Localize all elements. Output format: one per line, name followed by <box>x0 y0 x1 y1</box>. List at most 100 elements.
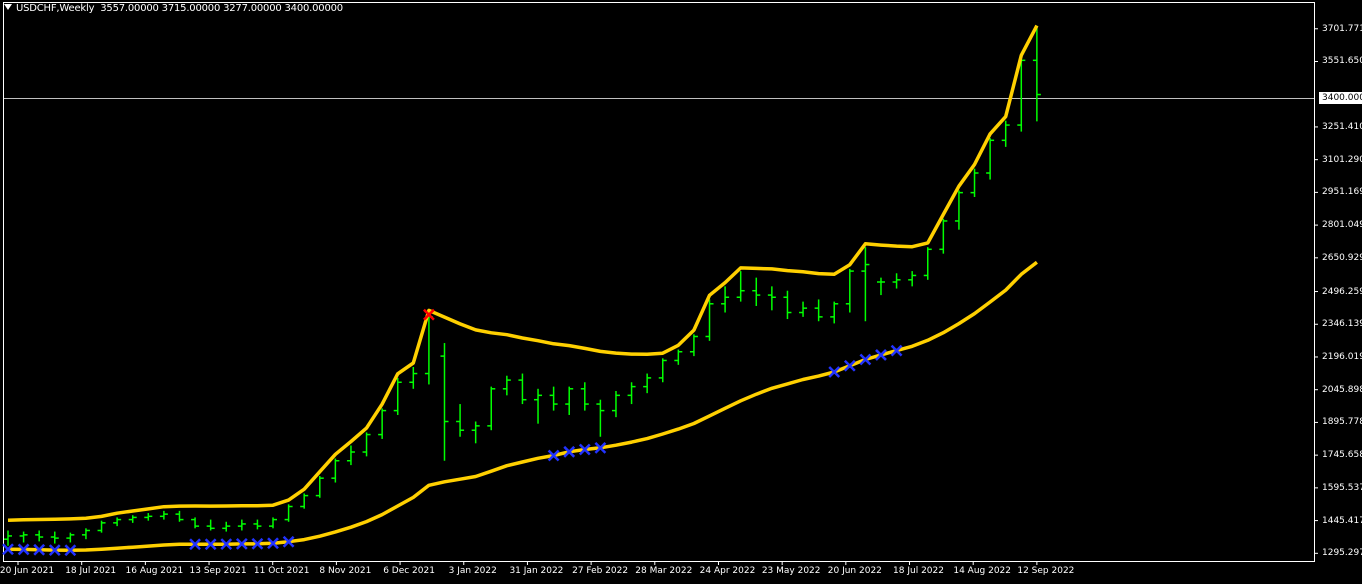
price-tick-label: 2801.0494 <box>1322 220 1362 231</box>
ohlc-bar <box>81 528 90 540</box>
ohlc-bar <box>767 286 776 311</box>
ohlc-bar <box>269 517 278 529</box>
ohlc-bar <box>986 138 995 180</box>
ohlc-bar <box>970 168 979 197</box>
time-tick-label: 27 Feb 2022 <box>572 566 629 576</box>
price-tick-label: 1445.4176 <box>1322 515 1362 526</box>
ohlc-bar <box>315 475 324 498</box>
time-tick-label: 6 Dec 2021 <box>383 566 435 576</box>
time-tick-label: 12 Sep 2022 <box>1017 566 1075 576</box>
ohlc-bar <box>658 358 667 383</box>
ohlc-bar <box>284 504 293 522</box>
time-tick-label: 31 Jan 2022 <box>509 566 564 576</box>
ohlc-bar <box>1001 120 1010 147</box>
ohlc-bar <box>440 343 449 461</box>
price-tick-label: 3251.4103 <box>1322 121 1362 132</box>
ohlc-bar <box>35 530 44 542</box>
ohlc-bar <box>191 517 200 529</box>
price-tick-label: 1595.5379 <box>1322 482 1362 493</box>
time-tick-label: 18 Jul 2022 <box>893 566 944 576</box>
ohlc-bar <box>721 286 730 313</box>
ohlc-bar <box>1032 25 1041 122</box>
ohlc-bar <box>471 421 480 444</box>
dropdown-triangle-icon[interactable] <box>4 4 12 10</box>
ohlc-bar <box>300 493 309 509</box>
ohlc-bar <box>50 531 59 544</box>
price-tick-label: 1295.2973 <box>1322 548 1362 559</box>
ohlc-bar <box>783 290 792 320</box>
ohlc-bar <box>113 517 122 527</box>
ohlc-bar <box>814 299 823 322</box>
ohlc-bar <box>487 386 496 431</box>
chart-frame <box>3 2 1315 562</box>
ohlc-bar <box>175 510 184 522</box>
ohlc-bar <box>627 382 636 405</box>
ohlc-bar <box>923 247 932 280</box>
ohlc-bar <box>378 408 387 439</box>
ohlc-bar <box>331 458 340 483</box>
price-tick-label: 1895.7785 <box>1322 417 1362 428</box>
ohlc-bar <box>456 404 465 437</box>
ohlc-bar <box>237 519 246 531</box>
time-tick-label: 3 Jan 2022 <box>448 566 497 576</box>
ohlc-bar <box>954 190 963 230</box>
ohlc-bar <box>876 277 885 296</box>
price-tick-label: 3101.2900 <box>1322 154 1362 165</box>
ohlc-bar <box>689 334 698 357</box>
price-chart[interactable] <box>0 0 1362 584</box>
ohlc-bars <box>4 25 1041 546</box>
ohlc-bar <box>580 382 589 411</box>
time-tick-label: 11 Oct 2021 <box>253 566 310 576</box>
time-tick-label: 14 Aug 2022 <box>953 566 1012 576</box>
ohlc-bar <box>799 301 808 317</box>
time-tick-label: 16 Aug 2021 <box>125 566 184 576</box>
ohlc-bar <box>128 515 137 523</box>
ohlc-bar <box>845 268 854 313</box>
ohlc-bar <box>393 377 402 415</box>
time-tick-label: 28 Mar 2022 <box>635 566 693 576</box>
ohlc-bar <box>206 519 215 531</box>
price-tick-label: 3701.7712 <box>1322 23 1362 34</box>
price-tick-label: 1745.6582 <box>1322 450 1362 461</box>
time-tick-label: 13 Sep 2021 <box>189 566 247 576</box>
time-tick-label: 8 Nov 2021 <box>319 566 372 576</box>
ohlc-bar <box>892 273 901 289</box>
ohlc-bar <box>222 521 231 532</box>
price-tick-label: 2045.8988 <box>1322 384 1362 395</box>
ohlc-bar <box>674 349 683 365</box>
ohlc-bar <box>66 532 75 543</box>
time-tick-label: 23 May 2022 <box>761 566 821 576</box>
ohlc-bar <box>144 513 153 521</box>
time-tick-label: 24 Apr 2022 <box>699 566 756 576</box>
price-tick-label: 2196.0191 <box>1322 351 1362 362</box>
ohlc-bar <box>534 388 543 424</box>
ohlc-bar <box>939 218 948 254</box>
ohlc-bar <box>611 390 620 418</box>
ohlc-bar <box>549 386 558 411</box>
time-tick-label: 20 Jun 2021 <box>0 566 55 576</box>
symbol-label: USDCHF,Weekly <box>16 3 95 14</box>
ohlc-bar <box>97 520 106 533</box>
ohlc-bar <box>346 445 355 466</box>
ohlc-bar <box>752 277 761 306</box>
price-tick-label: 2496.2597 <box>1322 286 1362 297</box>
band-lines <box>7 24 1039 552</box>
ohlc-bar <box>19 531 28 543</box>
ohlc-bar <box>518 373 527 405</box>
ohlc-values: 3557.00000 3715.00000 3277.00000 3400.00… <box>100 3 343 14</box>
current-price-badge: 3400.0000 <box>1319 92 1362 104</box>
chart-header[interactable]: USDCHF,Weekly 3557.00000 3715.00000 3277… <box>4 3 343 14</box>
signal-markers <box>2 308 903 557</box>
ohlc-bar <box>861 247 870 322</box>
ohlc-bar <box>908 271 917 287</box>
ohlc-bar <box>643 373 652 394</box>
time-tick-label: 18 Jul 2021 <box>65 566 117 576</box>
price-tick-label: 2346.1394 <box>1322 319 1362 330</box>
time-tick-label: 20 Jun 2022 <box>827 566 882 576</box>
ohlc-bar <box>362 432 371 457</box>
ohlc-bar <box>409 367 418 389</box>
price-tick-label: 3551.6505 <box>1322 56 1362 67</box>
ohlc-bar <box>159 510 168 520</box>
upper-band-line <box>7 24 1039 523</box>
ohlc-bar <box>565 386 574 415</box>
